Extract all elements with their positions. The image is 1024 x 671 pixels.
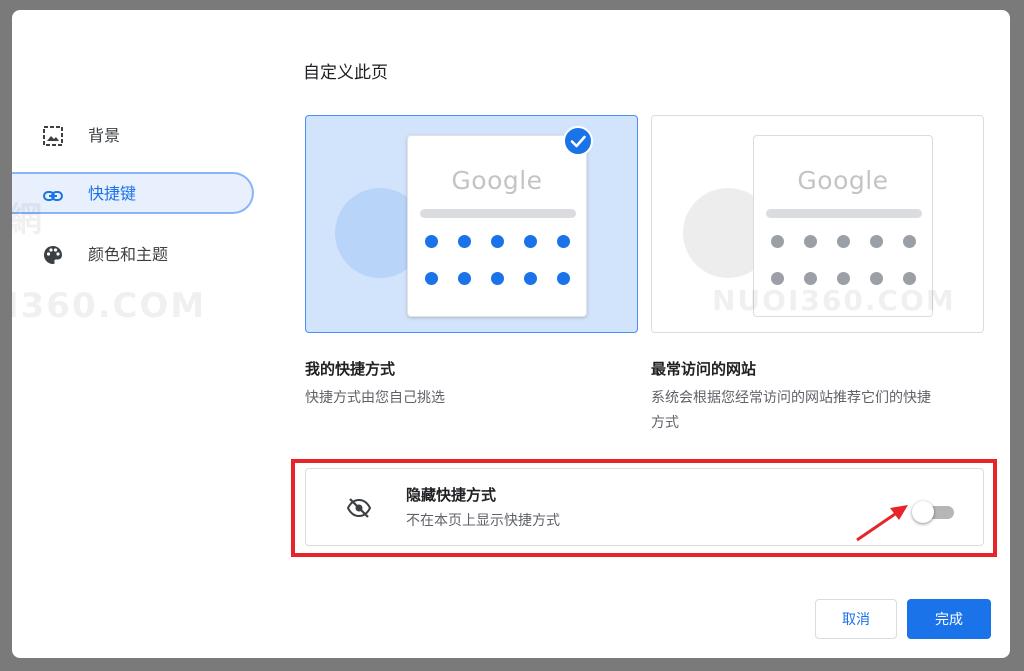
shortcut-tile — [557, 272, 570, 285]
annotation-arrow-icon — [856, 505, 908, 542]
google-logo: Google — [797, 166, 889, 195]
option-most-visited[interactable]: Google NUOI360.COM — [651, 115, 984, 333]
link-icon — [43, 191, 63, 201]
shortcut-tile — [837, 235, 850, 248]
shortcut-tile — [491, 235, 504, 248]
shortcut-tile — [557, 235, 570, 248]
sidebar-item-shortcuts[interactable]: 快捷键 — [12, 172, 254, 214]
shortcut-tile — [804, 235, 817, 248]
shortcut-tile — [903, 235, 916, 248]
sidebar-item-label: 颜色和主题 — [88, 245, 169, 264]
shortcut-tile — [458, 272, 471, 285]
page-title: 自定义此页 — [303, 63, 388, 83]
shortcut-tile — [425, 272, 438, 285]
sidebar-item-label: 背景 — [88, 126, 121, 145]
watermark: I360.COM — [12, 286, 207, 326]
option-description: 系统会根据您经常访问的网站推荐它们的快捷 — [651, 390, 931, 406]
shortcut-tile — [491, 272, 504, 285]
sidebar-item-label: 快捷键 — [88, 184, 137, 203]
option-title: 最常访问的网站 — [651, 360, 757, 378]
customize-dialog: 背景 快捷键 颜色和主题 網 I360.COM 自定义此页 Google Goo… — [12, 10, 1010, 658]
sidebar-item-colors-themes[interactable]: 颜色和主题 — [12, 233, 254, 275]
preview-window: Google — [407, 135, 587, 317]
search-bar-placeholder — [766, 209, 922, 218]
option-description: 方式 — [651, 415, 679, 431]
sidebar-item-background[interactable]: 背景 — [12, 114, 254, 156]
shortcut-tile — [425, 235, 438, 248]
image-icon — [43, 126, 63, 146]
watermark: NUOI360.COM — [712, 284, 956, 317]
shortcut-tile — [458, 235, 471, 248]
shortcut-tile — [771, 235, 784, 248]
shortcut-tile — [524, 235, 537, 248]
shortcut-tile — [524, 272, 537, 285]
cancel-button[interactable]: 取消 — [815, 599, 897, 639]
search-bar-placeholder — [420, 209, 576, 218]
watermark: 網 — [12, 200, 44, 240]
google-logo: Google — [451, 166, 543, 195]
option-title: 我的快捷方式 — [305, 360, 396, 378]
option-description: 快捷方式由您自己挑选 — [305, 390, 445, 406]
palette-icon — [44, 246, 62, 264]
done-button[interactable]: 完成 — [907, 599, 991, 639]
option-my-shortcuts[interactable]: Google — [305, 115, 638, 333]
checkmark-icon — [563, 126, 593, 156]
shortcut-tile — [870, 235, 883, 248]
